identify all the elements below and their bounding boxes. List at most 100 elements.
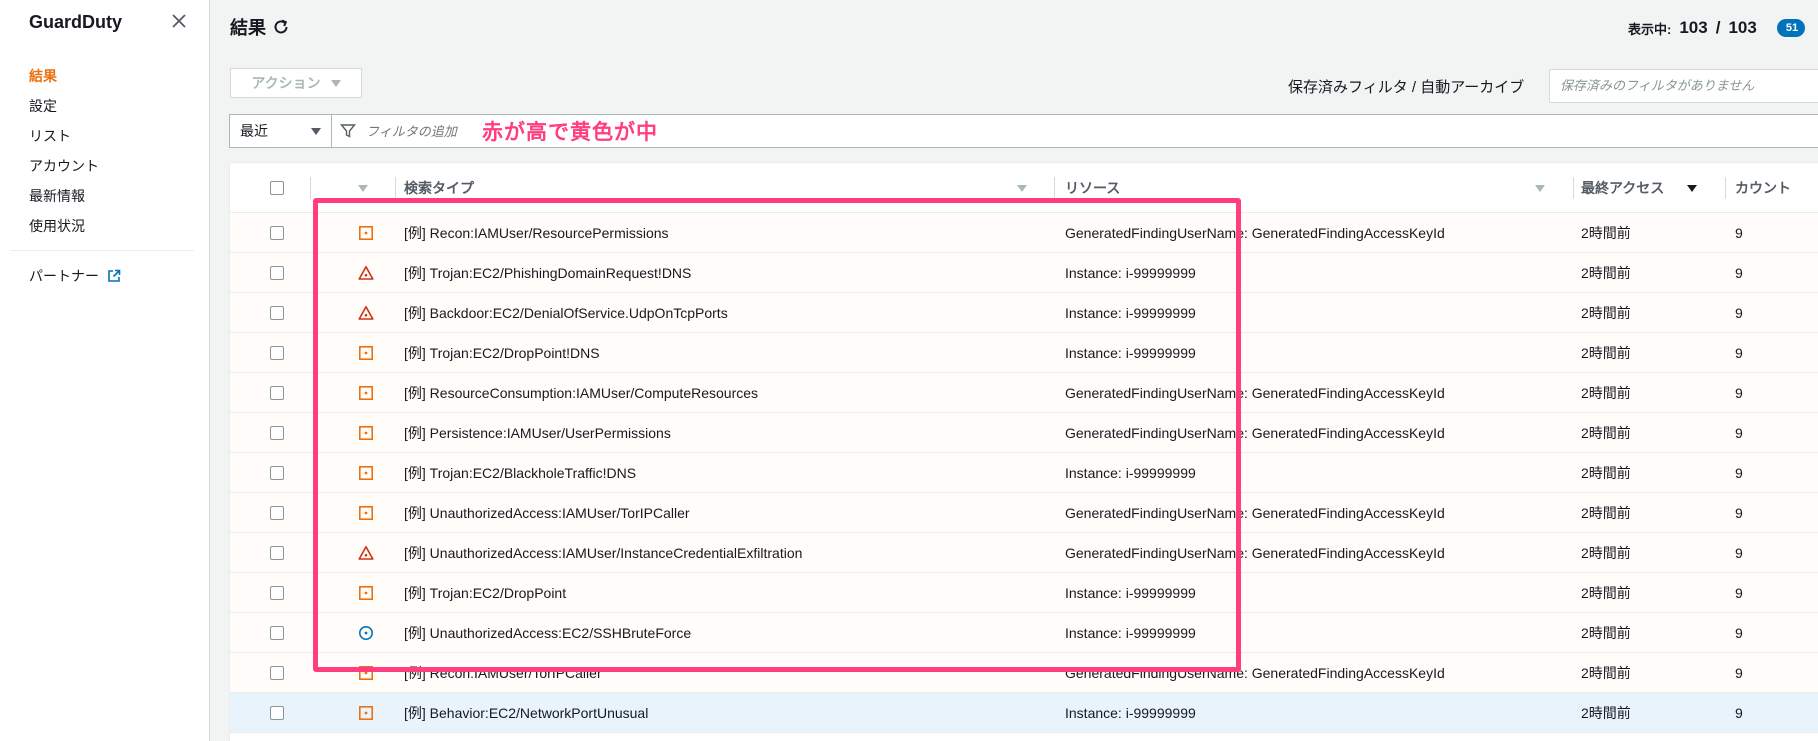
last-seen-cell: 2時間前 (1581, 265, 1631, 281)
period-select[interactable]: 最近 (230, 115, 332, 147)
sidebar-item-lists[interactable]: リスト (29, 126, 99, 156)
sidebar-item-partners[interactable]: パートナー (29, 266, 121, 286)
finding-type-cell[interactable]: [例] Trojan:EC2/PhishingDomainRequest!DNS (404, 253, 691, 293)
actions-button-label: アクション (251, 75, 321, 91)
last-seen-cell: 2時間前 (1581, 505, 1631, 521)
table-row[interactable]: [例] Trojan:EC2/PhishingDomainRequest!DNS… (230, 253, 1818, 293)
showing-label: 表示中: (1628, 21, 1672, 37)
resource-cell: Instance: i-99999999 (1065, 705, 1196, 721)
row-checkbox[interactable] (270, 706, 284, 720)
finding-type-cell[interactable]: [例] ResourceConsumption:IAMUser/ComputeR… (404, 373, 758, 413)
row-select-cell (270, 453, 284, 493)
sidebar-item-accounts[interactable]: アカウント (29, 156, 99, 186)
refresh-icon[interactable] (272, 18, 290, 36)
severity-column-header[interactable] (358, 163, 368, 213)
row-checkbox[interactable] (270, 266, 284, 280)
count-badge[interactable]: 51 (1776, 19, 1806, 37)
table-row[interactable]: [例] Recon:IAMUser/TorIPCaller GeneratedFi… (230, 653, 1818, 693)
sidebar-item-whats-new[interactable]: 最新情報 (29, 186, 99, 216)
filter-input[interactable] (366, 123, 476, 139)
count-cell: 9 (1735, 225, 1743, 241)
annotation-text: 赤が高で黄色が中 (482, 121, 658, 144)
page-title-text: 結果 (230, 18, 266, 38)
resource-cell: Instance: i-99999999 (1065, 305, 1196, 321)
sidebar-nav: 結果 設定 リスト アカウント 最新情報 使用状況 (29, 66, 99, 246)
row-checkbox[interactable] (270, 306, 284, 320)
medium-severity-icon (358, 493, 374, 533)
row-checkbox[interactable] (270, 226, 284, 240)
sort-icon (1017, 184, 1027, 192)
resource-cell: GeneratedFindingUserName: GeneratedFindi… (1065, 425, 1445, 441)
row-checkbox[interactable] (270, 466, 284, 480)
table-row[interactable]: [例] Persistence:IAMUser/UserPermissions G… (230, 413, 1818, 453)
resource-cell: Instance: i-99999999 (1065, 345, 1196, 361)
finding-type-cell[interactable]: [例] UnauthorizedAccess:IAMUser/InstanceC… (404, 533, 802, 573)
last-seen-cell: 2時間前 (1581, 705, 1631, 721)
sidebar-item-usage[interactable]: 使用状況 (29, 216, 99, 246)
column-header-last-seen[interactable]: 最終アクセス (1581, 163, 1664, 213)
row-checkbox[interactable] (270, 586, 284, 600)
resource-cell: Instance: i-99999999 (1065, 465, 1196, 481)
count-cell: 9 (1735, 665, 1743, 681)
table-row[interactable]: [例] Recon:IAMUser/ResourcePermissions Gen… (230, 213, 1818, 253)
column-divider (310, 177, 311, 199)
finding-type-sort[interactable] (1017, 163, 1027, 213)
row-checkbox[interactable] (270, 346, 284, 360)
saved-filter-select[interactable]: 保存済みのフィルタがありません (1549, 69, 1818, 103)
table-row[interactable]: [例] UnauthorizedAccess:EC2/SSHBruteForce… (230, 613, 1818, 653)
row-checkbox[interactable] (270, 546, 284, 560)
last-seen-sort[interactable] (1687, 163, 1697, 213)
select-all-checkbox[interactable] (270, 181, 284, 195)
sidebar-item-settings[interactable]: 設定 (29, 96, 99, 126)
last-seen-cell: 2時間前 (1581, 225, 1631, 241)
count-cell: 9 (1735, 385, 1743, 401)
row-checkbox[interactable] (270, 386, 284, 400)
result-counter: 表示中: 103 / 103 51 (1628, 18, 1806, 38)
row-select-cell (270, 693, 284, 733)
last-seen-cell: 2時間前 (1581, 585, 1631, 601)
medium-severity-icon (358, 693, 374, 733)
table-row[interactable]: [例] Trojan:EC2/DropPoint!DNS Instance: i-… (230, 333, 1818, 373)
finding-type-cell[interactable]: [例] Trojan:EC2/BlackholeTraffic!DNS (404, 453, 636, 493)
finding-type-cell[interactable]: [例] UnauthorizedAccess:EC2/SSHBruteForce (404, 613, 691, 653)
count-cell: 9 (1735, 545, 1743, 561)
finding-type-cell[interactable]: [例] Recon:IAMUser/ResourcePermissions (404, 213, 669, 253)
table-header: 検索タイプ リソース 最終アクセス カウント (230, 163, 1818, 213)
row-checkbox[interactable] (270, 626, 284, 640)
select-all-cell (270, 163, 284, 213)
row-select-cell (270, 533, 284, 573)
row-checkbox[interactable] (270, 666, 284, 680)
medium-severity-icon (358, 373, 374, 413)
column-header-resource[interactable]: リソース (1065, 163, 1120, 213)
finding-type-cell[interactable]: [例] Persistence:IAMUser/UserPermissions (404, 413, 671, 453)
actions-button[interactable]: アクション (230, 68, 362, 98)
sidebar-divider (10, 250, 194, 251)
table-row[interactable]: [例] UnauthorizedAccess:IAMUser/TorIPCall… (230, 493, 1818, 533)
table-row[interactable]: [例] Backdoor:EC2/DenialOfService.UdpOnTc… (230, 293, 1818, 333)
finding-type-cell[interactable]: [例] Backdoor:EC2/DenialOfService.UdpOnTc… (404, 293, 728, 333)
finding-type-cell[interactable]: [例] Trojan:EC2/DropPoint!DNS (404, 333, 600, 373)
row-checkbox[interactable] (270, 506, 284, 520)
table-row[interactable]: [例] UnauthorizedAccess:IAMUser/InstanceC… (230, 533, 1818, 573)
filter-bar: 最近 赤が高で黄色が中 (229, 114, 1818, 148)
row-checkbox[interactable] (270, 426, 284, 440)
column-header-count[interactable]: カウント (1735, 163, 1791, 213)
finding-type-cell[interactable]: [例] Recon:IAMUser/TorIPCaller (404, 653, 602, 693)
resource-sort[interactable] (1535, 163, 1545, 213)
table-row[interactable]: [例] Behavior:EC2/NetworkPortUnusual Insta… (230, 693, 1818, 733)
sidebar: GuardDuty 結果 設定 リスト アカウント 最新情報 使用状況 パートナ… (0, 0, 210, 741)
row-select-cell (270, 613, 284, 653)
table-row[interactable]: [例] Trojan:EC2/BlackholeTraffic!DNS Insta… (230, 453, 1818, 493)
column-header-finding-type[interactable]: 検索タイプ (404, 163, 474, 213)
finding-type-cell[interactable]: [例] Trojan:EC2/DropPoint (404, 573, 566, 613)
row-select-cell (270, 373, 284, 413)
table-row[interactable]: [例] Trojan:EC2/DropPoint Instance: i-9999… (230, 573, 1818, 613)
resource-cell: Instance: i-99999999 (1065, 585, 1196, 601)
app-title: GuardDuty (29, 12, 123, 32)
last-seen-cell: 2時間前 (1581, 425, 1631, 441)
finding-type-cell[interactable]: [例] UnauthorizedAccess:IAMUser/TorIPCall… (404, 493, 690, 533)
close-icon[interactable] (168, 10, 190, 32)
finding-type-cell[interactable]: [例] Behavior:EC2/NetworkPortUnusual (404, 693, 648, 733)
table-row[interactable]: [例] ResourceConsumption:IAMUser/ComputeR… (230, 373, 1818, 413)
sidebar-item-findings[interactable]: 結果 (29, 66, 99, 96)
